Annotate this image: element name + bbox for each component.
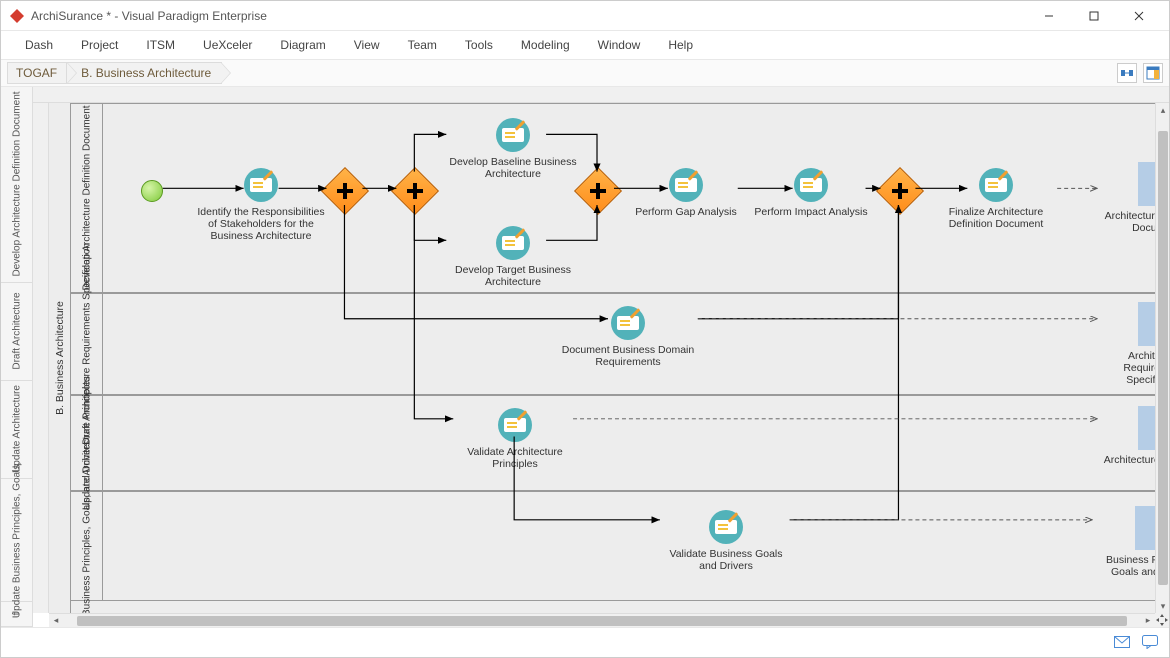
scroll-down-button[interactable]: ▾ xyxy=(1156,599,1169,613)
task-develop-baseline[interactable]: Develop Baseline Business Architecture xyxy=(448,118,578,180)
menu-team[interactable]: Team xyxy=(394,34,451,56)
menubar: Dash Project ITSM UeXceler Diagram View … xyxy=(1,31,1169,59)
vtab-update-business[interactable]: Update Business Principles, Goals, xyxy=(1,479,32,602)
artifact-arch-definition-doc[interactable]: Architecture Definition Document xyxy=(1101,162,1155,234)
task-impact-analysis[interactable]: Perform Impact Analysis xyxy=(751,168,871,218)
vtab-draft[interactable]: Draft Architecture xyxy=(1,283,32,381)
titlebar: ArchiSurance * - Visual Paradigm Enterpr… xyxy=(1,1,1169,31)
lane-update-principles[interactable]: Update Architecture Principles Validate … xyxy=(71,395,1155,491)
gateway-split-2[interactable] xyxy=(398,174,432,208)
mail-icon[interactable] xyxy=(1113,633,1131,651)
lane-update-business-header: Update Business Principles, Goals, and D… xyxy=(71,492,103,600)
scroll-right-button[interactable]: ▸ xyxy=(1141,614,1155,628)
diagram-canvas[interactable]: B. Business Architecture Develop Archite… xyxy=(49,103,1155,613)
ruler-horizontal xyxy=(33,87,1169,103)
task-validate-goals[interactable]: Validate Business Goals and Drivers xyxy=(661,510,791,572)
hscroll-thumb[interactable] xyxy=(77,616,1127,626)
app-icon xyxy=(9,8,25,24)
workarea: Develop Architecture Definition Document… xyxy=(1,87,1169,627)
scroll-up-button[interactable]: ▴ xyxy=(1156,103,1169,117)
menu-modeling[interactable]: Modeling xyxy=(507,34,584,56)
vtab-develop[interactable]: Develop Architecture Definition Document xyxy=(1,87,32,283)
artifact-arch-req-spec[interactable]: Architecture Requirements Specification xyxy=(1101,302,1155,386)
menu-diagram[interactable]: Diagram xyxy=(266,34,339,56)
vertical-tabs: Develop Architecture Definition Document… xyxy=(1,87,33,627)
menu-project[interactable]: Project xyxy=(67,34,132,56)
vertical-scrollbar[interactable]: ▴ ▾ xyxy=(1155,103,1169,613)
task-identify-stakeholders[interactable]: Identify the Responsibilities of Stakeho… xyxy=(196,168,326,242)
canvas-wrap: B. Business Architecture Develop Archite… xyxy=(33,87,1169,627)
menu-view[interactable]: View xyxy=(340,34,394,56)
lane-draft[interactable]: Draft Architecture Requirements Specific… xyxy=(71,293,1155,395)
crumb-togaf[interactable]: TOGAF xyxy=(7,62,68,84)
gateway-join-2[interactable] xyxy=(883,174,917,208)
start-event[interactable] xyxy=(141,180,163,202)
statusbar xyxy=(1,627,1169,655)
window-title: ArchiSurance * - Visual Paradigm Enterpr… xyxy=(31,9,267,23)
menu-uexceler[interactable]: UeXceler xyxy=(189,34,266,56)
menu-window[interactable]: Window xyxy=(584,34,655,56)
artifact-arch-principles[interactable]: Architecture Principles xyxy=(1101,406,1155,466)
horizontal-scrollbar[interactable]: ◂ ▸ xyxy=(49,613,1155,627)
task-gap-analysis[interactable]: Perform Gap Analysis xyxy=(631,168,741,218)
maximize-button[interactable] xyxy=(1071,1,1116,31)
pool-title: B. Business Architecture xyxy=(54,301,66,415)
task-validate-principles[interactable]: Validate Architecture Principles xyxy=(455,408,575,470)
close-button[interactable] xyxy=(1116,1,1161,31)
task-document-requirements[interactable]: Document Business Domain Requirements xyxy=(558,306,698,368)
lane-update-business[interactable]: Update Business Principles, Goals, and D… xyxy=(71,491,1155,601)
vscroll-thumb[interactable] xyxy=(1158,131,1168,585)
crumb-business-architecture[interactable]: B. Business Architecture xyxy=(66,62,222,84)
lane-develop[interactable]: Develop Architecture Definition Document… xyxy=(71,103,1155,293)
vtab-more[interactable]: f xyxy=(1,602,32,627)
menu-help[interactable]: Help xyxy=(654,34,707,56)
breadcrumb: TOGAF B. Business Architecture xyxy=(1,59,1169,87)
menu-tools[interactable]: Tools xyxy=(451,34,507,56)
menu-itsm[interactable]: ITSM xyxy=(132,34,189,56)
chat-icon[interactable] xyxy=(1141,633,1159,651)
task-develop-target[interactable]: Develop Target Business Architecture xyxy=(448,226,578,288)
artifact-business-principles[interactable]: Business Principles, Goals and Drivers xyxy=(1093,506,1155,578)
minimize-button[interactable] xyxy=(1026,1,1071,31)
ruler-vertical xyxy=(33,103,49,613)
pool-header[interactable]: B. Business Architecture xyxy=(49,103,71,613)
gateway-split-1[interactable] xyxy=(328,174,362,208)
menu-dash[interactable]: Dash xyxy=(11,34,67,56)
panel-tool-icon[interactable] xyxy=(1143,63,1163,83)
task-finalize-doc[interactable]: Finalize Architecture Definition Documen… xyxy=(931,168,1061,230)
pan-handle-icon[interactable] xyxy=(1155,613,1169,627)
gateway-join-1[interactable] xyxy=(581,174,615,208)
scroll-left-button[interactable]: ◂ xyxy=(49,614,63,628)
layout-tool-icon[interactable] xyxy=(1117,63,1137,83)
